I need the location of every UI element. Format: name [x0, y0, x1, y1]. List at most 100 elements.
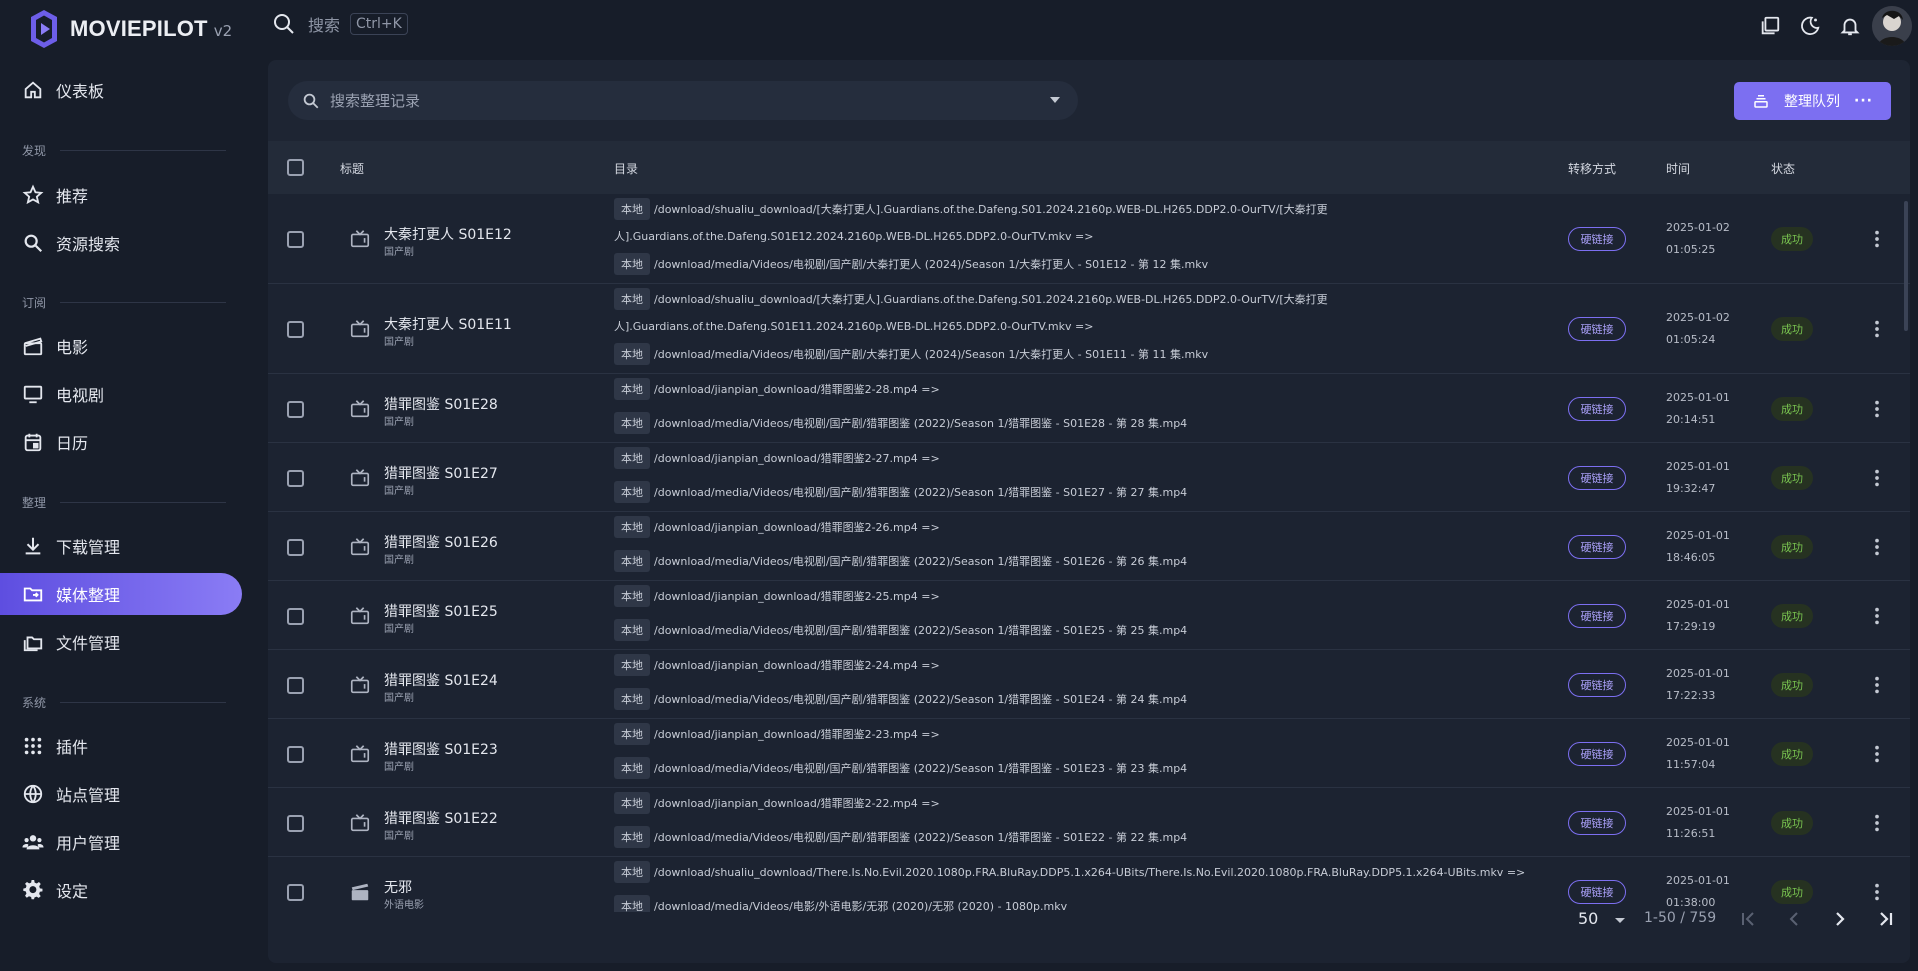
table-row[interactable]: 猎罪图鉴 S01E24 国产剧 本地/download/jianpian_downl…: [268, 650, 1910, 719]
dest-path-text: /download/media/Videos/电视剧/国产剧/猎罪图鉴 (202…: [654, 555, 1188, 568]
theme-toggle-button[interactable]: [1790, 6, 1830, 46]
window-button[interactable]: [1750, 6, 1790, 46]
record-date: 2025-01-01: [1666, 528, 1730, 542]
sidebar-item-file-manage[interactable]: 文件管理: [0, 621, 242, 663]
next-page-icon[interactable]: [1828, 907, 1852, 931]
table-row[interactable]: 猎罪图鉴 S01E23 国产剧 本地/download/jianpian_downl…: [268, 719, 1910, 788]
sidebar-item-label: 文件管理: [56, 634, 121, 653]
sidebar-item-recommend[interactable]: 推荐: [0, 174, 242, 216]
row-menu-icon[interactable]: [1866, 812, 1888, 834]
row-checkbox[interactable]: [287, 231, 304, 248]
sidebar-item-label: 媒体整理: [56, 586, 121, 605]
dest-path-text: /download/media/Videos/电视剧/国产剧/猎罪图鉴 (202…: [654, 486, 1188, 499]
tv-icon: [349, 536, 371, 558]
nav-section-system: 系统: [22, 694, 226, 711]
dest-path: 本地/download/media/Videos/电视剧/国产剧/大秦打更人 (…: [614, 343, 1208, 365]
table-row[interactable]: 猎罪图鉴 S01E27 国产剧 本地/download/jianpian_downl…: [268, 443, 1910, 512]
record-time: 2025-01-01 19:32:47: [1666, 456, 1730, 500]
record-time: 2025-01-01 20:14:51: [1666, 387, 1730, 431]
notifications-button[interactable]: [1830, 6, 1870, 46]
sidebar-item-media-organize[interactable]: 媒体整理: [0, 573, 242, 615]
media-title: 猎罪图鉴 S01E26: [384, 534, 498, 551]
star-icon: [22, 184, 44, 205]
sidebar-item-settings[interactable]: 设定: [0, 869, 242, 911]
header-status: 状态: [1771, 162, 1796, 176]
table-row[interactable]: 大秦打更人 S01E11 国产剧 本地/download/shualiu_downl…: [268, 284, 1910, 374]
row-menu-icon[interactable]: [1866, 467, 1888, 489]
row-checkbox[interactable]: [287, 814, 304, 832]
row-checkbox[interactable]: [287, 321, 304, 338]
record-clock: 19:32:47: [1666, 481, 1716, 495]
top-actions: [1750, 6, 1918, 46]
select-all-checkbox[interactable]: [287, 159, 304, 176]
source-path: 本地/download/jianpian_download/猎罪图鉴2-25.m…: [614, 585, 940, 607]
sidebar-item-download[interactable]: 下载管理: [0, 525, 242, 567]
first-page-icon[interactable]: [1736, 907, 1760, 931]
storage-badge: 本地: [614, 412, 650, 434]
record-search-placeholder: 搜索整理记录: [330, 92, 421, 110]
sidebar-item-plugins[interactable]: 插件: [0, 725, 242, 767]
dest-path: 本地/download/media/Videos/电视剧/国产剧/大秦打更人 (…: [614, 253, 1208, 275]
record-date: 2025-01-01: [1666, 873, 1730, 887]
row-menu-icon[interactable]: [1866, 605, 1888, 627]
last-page-icon[interactable]: [1874, 907, 1898, 931]
row-checkbox[interactable]: [287, 538, 304, 556]
row-checkbox[interactable]: [287, 607, 304, 625]
sidebar-item-label: 用户管理: [56, 834, 121, 853]
brand[interactable]: MOVIEPILOT v2: [26, 9, 232, 49]
record-date: 2025-01-01: [1666, 390, 1730, 404]
row-menu-icon[interactable]: [1866, 228, 1888, 250]
record-date: 2025-01-02: [1666, 311, 1730, 324]
scrollbar[interactable]: [1904, 201, 1908, 331]
sidebar-item-tv[interactable]: 电视剧: [0, 373, 242, 415]
status-badge: 成功: [1771, 396, 1813, 421]
table-row[interactable]: 猎罪图鉴 S01E25 国产剧 本地/download/jianpian_downl…: [268, 581, 1910, 650]
record-time: 2025-01-01 11:57:04: [1666, 732, 1730, 776]
avatar[interactable]: [1872, 6, 1912, 46]
sidebar-item-movies[interactable]: 电影: [0, 325, 242, 367]
media-category: 国产剧: [384, 416, 414, 428]
sidebar-item-label: 电视剧: [56, 386, 105, 405]
record-clock: 11:57:04: [1666, 757, 1716, 771]
record-search-field[interactable]: 搜索整理记录: [288, 81, 1078, 120]
row-checkbox[interactable]: [287, 400, 304, 418]
apps-grid-icon: [24, 737, 42, 755]
table-row[interactable]: 大秦打更人 S01E12 国产剧 本地/download/shualiu_downl…: [268, 194, 1910, 284]
sidebar-item-dashboard[interactable]: 仪表板: [0, 69, 242, 111]
dest-path: 本地/download/media/Videos/电视剧/国产剧/猎罪图鉴 (2…: [614, 619, 1187, 641]
record-clock: 20:14:51: [1666, 412, 1716, 426]
nav-section-subscribe: 订阅: [22, 294, 226, 311]
record-clock: 17:29:19: [1666, 619, 1716, 633]
row-menu-icon[interactable]: [1866, 536, 1888, 558]
header-time: 时间: [1666, 162, 1691, 176]
table-row[interactable]: 猎罪图鉴 S01E28 国产剧 本地/download/jianpian_downl…: [268, 374, 1910, 443]
row-checkbox[interactable]: [287, 469, 304, 487]
sidebar-item-sites[interactable]: 站点管理: [0, 773, 242, 815]
per-page-select[interactable]: 50: [1578, 909, 1598, 928]
pagination: 50 1-50 / 759: [268, 897, 1910, 947]
table-row[interactable]: 猎罪图鉴 S01E22 国产剧 本地/download/jianpian_downl…: [268, 788, 1910, 857]
record-time: 2025-01-02 01:05:25: [1666, 217, 1730, 261]
row-menu-icon[interactable]: [1866, 674, 1888, 696]
storage-badge: 本地: [614, 861, 650, 883]
prev-page-icon[interactable]: [1782, 907, 1806, 931]
status-badge: 成功: [1771, 227, 1813, 251]
transfer-method-chip: 硬链接: [1568, 672, 1626, 697]
sidebar-item-calendar[interactable]: 日历: [0, 421, 242, 463]
chevron-down-icon[interactable]: [1050, 97, 1060, 103]
media-title: 大秦打更人 S01E12: [384, 227, 512, 243]
row-checkbox[interactable]: [287, 676, 304, 694]
row-menu-icon[interactable]: [1866, 743, 1888, 765]
sidebar-item-resource-search[interactable]: 资源搜索: [0, 222, 242, 264]
global-search[interactable]: 搜索 Ctrl+K: [272, 12, 408, 36]
chevron-down-icon[interactable]: [1615, 918, 1625, 923]
organize-queue-button[interactable]: 整理队列 ···: [1734, 82, 1891, 120]
status-badge: 成功: [1771, 317, 1813, 341]
section-label: 订阅: [22, 296, 47, 310]
row-checkbox[interactable]: [287, 745, 304, 763]
table-row[interactable]: 猎罪图鉴 S01E26 国产剧 本地/download/jianpian_downl…: [268, 512, 1910, 581]
sidebar-item-users[interactable]: 用户管理: [0, 821, 242, 863]
row-menu-icon[interactable]: [1866, 318, 1888, 340]
tv-icon: [349, 318, 371, 340]
row-menu-icon[interactable]: [1866, 398, 1888, 420]
